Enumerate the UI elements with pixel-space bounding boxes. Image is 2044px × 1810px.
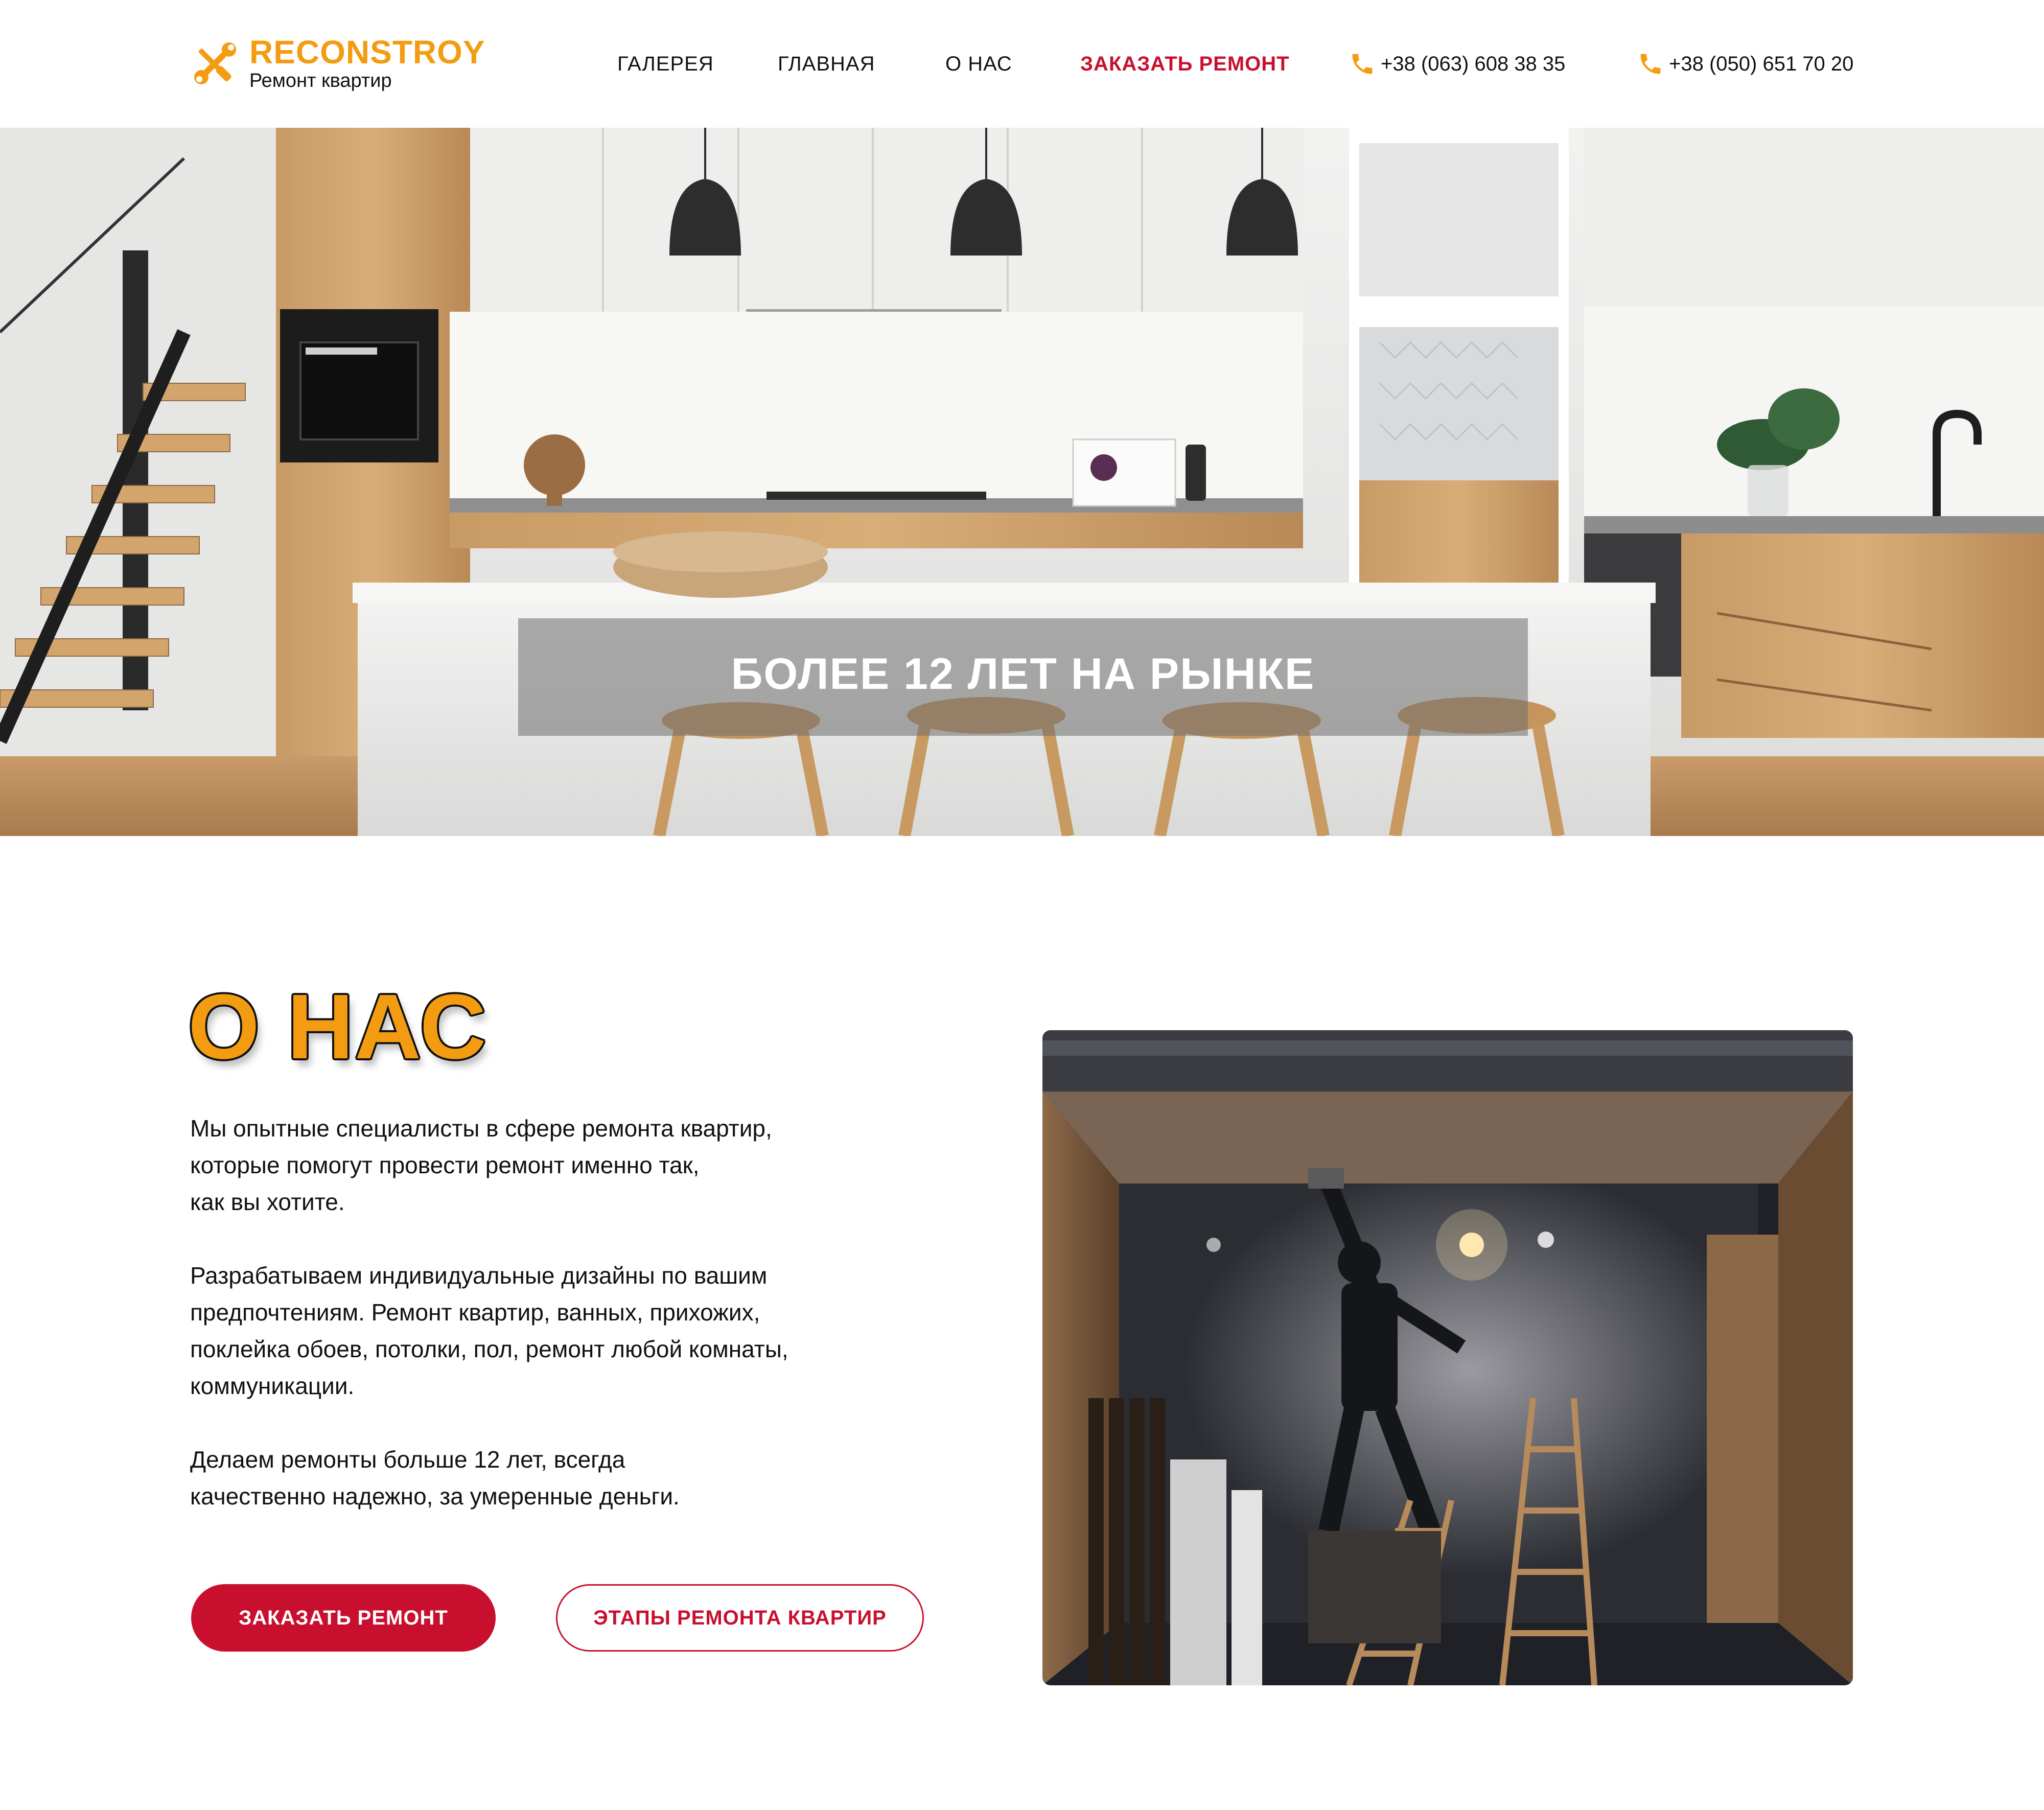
phone-number-1: +38 (063) 608 38 35: [1381, 52, 1566, 75]
hero-section: БОЛЕЕ 12 ЛЕТ НА РЫНКЕ: [0, 128, 2044, 836]
about-title: О НАС: [188, 976, 487, 1078]
about-paragraph-2: Разрабатываем индивидуальные дизайны по …: [190, 1262, 788, 1399]
order-repair-button[interactable]: ЗАКАЗАТЬ РЕМОНТ: [191, 1584, 496, 1652]
phone-icon: [1352, 54, 1373, 74]
phone-link-1[interactable]: +38 (063) 608 38 35: [1349, 49, 1565, 79]
construction-worker-image: [1042, 1030, 1853, 1685]
hero-title: БОЛЕЕ 12 ЛЕТ НА РЫНКЕ: [731, 649, 1315, 699]
wrench-screwdriver-icon: [194, 42, 236, 84]
nav-gallery[interactable]: ГАЛЕРЕЯ: [617, 49, 714, 79]
logo-name: RECONSTROY: [249, 34, 485, 71]
nav-home[interactable]: ГЛАВНАЯ: [778, 49, 875, 79]
about-worker-photo: [1042, 1030, 1853, 1685]
repair-stages-button[interactable]: ЭТАПЫ РЕМОНТА КВАРТИР: [556, 1584, 924, 1652]
site-logo[interactable]: RECONSTROY Ремонт квартир: [189, 36, 485, 92]
site-header: RECONSTROY Ремонт квартир ГАЛЕРЕЯ ГЛАВНА…: [0, 0, 2044, 128]
about-paragraph-1: Мы опытные специалисты в сфере ремонта к…: [190, 1115, 772, 1215]
about-paragraph-3: Делаем ремонты больше 12 лет, всегда кач…: [190, 1446, 680, 1510]
phone-number-2: +38 (050) 651 70 20: [1669, 52, 1854, 75]
nav-about[interactable]: О НАС: [945, 49, 1012, 79]
phone-link-2[interactable]: +38 (050) 651 70 20: [1637, 49, 1853, 79]
phone-icon: [1640, 54, 1661, 74]
logo-subtitle: Ремонт квартир: [249, 70, 392, 91]
nav-order-repair[interactable]: ЗАКАЗАТЬ РЕМОНТ: [1080, 49, 1290, 79]
